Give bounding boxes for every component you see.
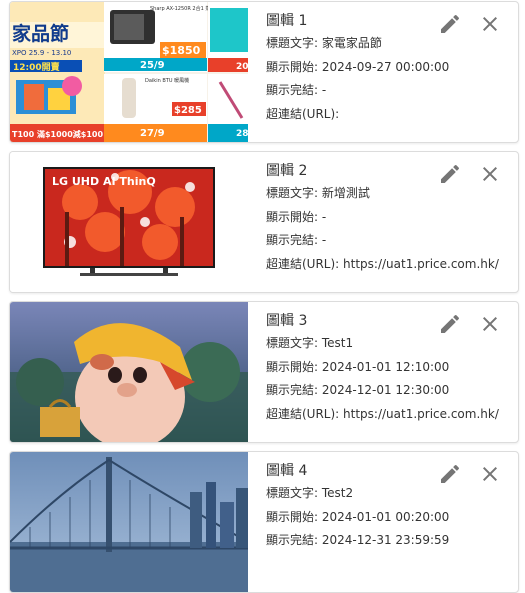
promo-tag-1: 20 (236, 62, 248, 72)
banner-start: 2024-01-01 00:20:00 (321, 509, 450, 524)
banner-url-row: 超連結(URL): (266, 106, 340, 121)
banner-card-2: LG UHD AI ThinQ 圖輯 2 標題文字: 新增測試 顯示開始: - … (9, 151, 519, 293)
promo-discount: T100 滿$1000減$100 (12, 129, 103, 139)
banner-end: 2024-12-31 23:59:59 (321, 533, 450, 547)
promo-headline: 家品節 (12, 22, 69, 45)
banner-url: https://uat1.price.com.hk/ (343, 406, 499, 421)
close-icon (483, 467, 497, 481)
pencil-icon (441, 314, 460, 333)
promo-date-b: 27/9 (140, 128, 165, 139)
promo-tag-2: 28 (236, 129, 248, 139)
banner-url: https://uat1.price.com.hk/ (343, 256, 499, 271)
banner-info-1: 圖輯 1 標題文字: 家電家品節 顯示開始: 2024-09-27 00:00:… (266, 8, 512, 126)
close-icon (483, 317, 497, 331)
banner-caption-row: 標題文字: 新增測試 (266, 186, 370, 200)
promo-price-a: $1850 (162, 44, 201, 57)
banner-end: - (321, 83, 327, 97)
promo-price-b: $285 (174, 105, 202, 116)
edit-button[interactable] (438, 162, 462, 186)
banner-caption: Test2 (321, 486, 354, 500)
promo-heater-name: Daikin BTU 暖風機 (145, 77, 189, 84)
banner-thumbnail-2: LG UHD AI ThinQ (10, 152, 248, 292)
banner-list: 家品節 XPO 25.9 - 13.10 12:00開賣 T100 滿$1000… (0, 0, 525, 593)
banner-info-4: 圖輯 4 標題文字: Test2 顯示開始: 2024-01-01 00:20:… (266, 458, 512, 553)
tv-brand-text: LG UHD AI ThinQ (52, 175, 156, 188)
promo-time: 12:00開賣 (13, 61, 61, 73)
banner-end-row: 顯示完結: - (266, 83, 327, 97)
banner-start: - (321, 209, 327, 224)
banner-card-3: 圖輯 3 標題文字: Test1 顯示開始: 2024-01-01 12:10:… (9, 301, 519, 443)
delete-button[interactable] (478, 12, 502, 36)
banner-info-3: 圖輯 3 標題文字: Test1 顯示開始: 2024-01-01 12:10:… (266, 308, 512, 426)
banner-caption-row: 標題文字: 家電家品節 (266, 36, 382, 50)
close-icon (483, 17, 497, 31)
banner-start-row: 顯示開始: 2024-01-01 00:20:00 (266, 509, 450, 524)
delete-button[interactable] (478, 312, 502, 336)
banner-caption-row: 標題文字: Test1 (266, 336, 354, 350)
banner-end-row: 顯示完結: 2024-12-31 23:59:59 (266, 533, 450, 547)
close-icon (483, 167, 497, 181)
delete-button[interactable] (478, 462, 502, 486)
promo-expo-dates: XPO 25.9 - 13.10 (12, 49, 71, 57)
banner-end: 2024-12-01 12:30:00 (321, 383, 450, 397)
banner-end-row: 顯示完結: - (266, 233, 327, 247)
pencil-icon (441, 464, 460, 483)
edit-button[interactable] (438, 12, 462, 36)
banner-card-4: 圖輯 4 標題文字: Test2 顯示開始: 2024-01-01 00:20:… (9, 451, 519, 593)
banner-start-row: 顯示開始: 2024-01-01 12:10:00 (266, 359, 450, 374)
banner-start: 2024-01-01 12:10:00 (321, 359, 450, 374)
banner-thumbnail-4 (10, 452, 248, 592)
banner-caption: 新增測試 (321, 186, 370, 200)
banner-title: 圖輯 1 (266, 13, 308, 29)
banner-title: 圖輯 2 (266, 163, 308, 179)
banner-caption-row: 標題文字: Test2 (266, 486, 354, 500)
pencil-icon (441, 14, 460, 34)
banner-thumbnail-3 (10, 302, 248, 442)
banner-thumbnail-1: 家品節 XPO 25.9 - 13.10 12:00開賣 T100 滿$1000… (10, 2, 248, 142)
banner-end: - (321, 233, 327, 247)
delete-button[interactable] (478, 162, 502, 186)
banner-start-row: 顯示開始: 2024-09-27 00:00:00 (266, 59, 450, 74)
banner-title: 圖輯 3 (266, 313, 308, 329)
edit-button[interactable] (438, 312, 462, 336)
edit-button[interactable] (438, 462, 462, 486)
banner-caption: Test1 (321, 336, 354, 350)
banner-start-row: 顯示開始: - (266, 209, 327, 224)
banner-caption: 家電家品節 (321, 36, 382, 50)
banner-title: 圖輯 4 (266, 463, 308, 479)
banner-start: 2024-09-27 00:00:00 (321, 59, 450, 74)
pencil-icon (441, 164, 460, 183)
promo-date-a: 25/9 (140, 60, 165, 71)
banner-url-row: 超連結(URL): https://uat1.price.com.hk/ (266, 256, 499, 271)
banner-card-1: 家品節 XPO 25.9 - 13.10 12:00開賣 T100 滿$1000… (9, 1, 519, 143)
banner-url-row: 超連結(URL): https://uat1.price.com.hk/ (266, 406, 499, 421)
banner-end-row: 顯示完結: 2024-12-01 12:30:00 (266, 383, 450, 397)
banner-info-2: 圖輯 2 標題文字: 新增測試 顯示開始: - 顯示完結: - 超連結(URL)… (266, 158, 512, 276)
